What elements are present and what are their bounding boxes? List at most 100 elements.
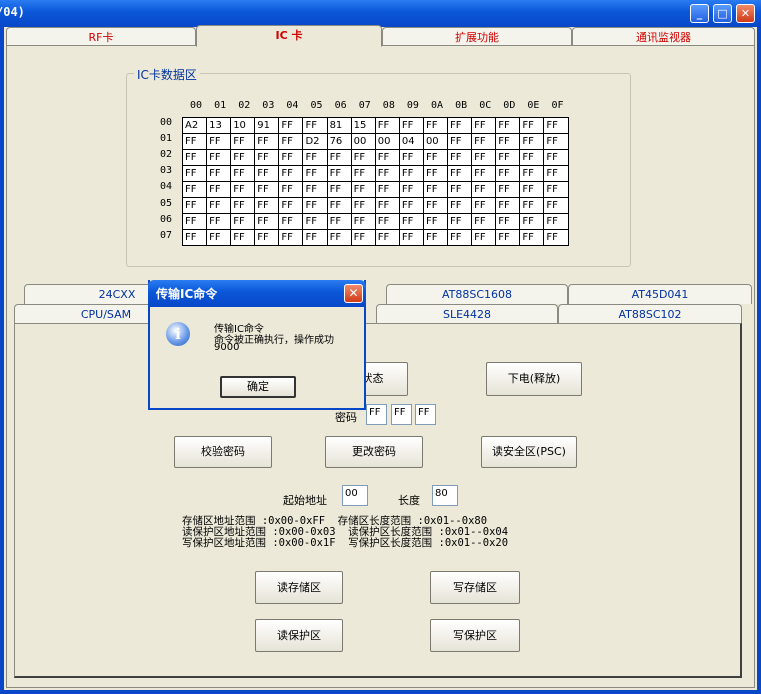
data-cell[interactable]: FF bbox=[374, 117, 400, 134]
data-cell[interactable]: FF bbox=[447, 229, 473, 246]
data-cell[interactable]: FF bbox=[302, 149, 328, 166]
change-password-button[interactable]: 更改密码 bbox=[325, 436, 423, 468]
data-cell[interactable]: FF bbox=[519, 165, 545, 182]
data-cell[interactable]: FF bbox=[206, 133, 232, 150]
data-cell[interactable]: FF bbox=[278, 213, 304, 230]
tab-extend[interactable]: 扩展功能 bbox=[382, 27, 572, 47]
data-cell[interactable]: FF bbox=[326, 213, 352, 230]
data-cell[interactable]: FF bbox=[447, 117, 473, 134]
data-cell[interactable]: FF bbox=[326, 229, 352, 246]
data-cell[interactable]: FF bbox=[398, 149, 424, 166]
subtab-at88sc102[interactable]: AT88SC102 bbox=[558, 304, 742, 324]
data-cell[interactable]: FF bbox=[206, 229, 232, 246]
data-cell[interactable]: 00 bbox=[422, 133, 449, 150]
read-protect-button[interactable]: 读保护区 bbox=[255, 619, 343, 652]
data-cell[interactable]: A2 bbox=[181, 117, 208, 134]
data-cell[interactable]: FF bbox=[543, 133, 569, 150]
data-cell[interactable]: FF bbox=[398, 117, 424, 134]
data-cell[interactable]: FF bbox=[471, 213, 497, 230]
data-cell[interactable]: 81 bbox=[326, 117, 352, 134]
data-cell[interactable]: FF bbox=[374, 149, 400, 166]
data-cell[interactable]: FF bbox=[254, 197, 280, 214]
data-cell[interactable]: FF bbox=[422, 149, 449, 166]
start-address-field[interactable]: 00 bbox=[342, 485, 368, 506]
password-field-2[interactable]: FF bbox=[391, 404, 412, 425]
data-cell[interactable]: FF bbox=[278, 165, 304, 182]
data-cell[interactable]: FF bbox=[543, 181, 569, 198]
data-cell[interactable]: FF bbox=[519, 117, 545, 134]
data-cell[interactable]: FF bbox=[254, 133, 280, 150]
data-cell[interactable]: FF bbox=[374, 165, 400, 182]
data-cell[interactable]: FF bbox=[374, 213, 400, 230]
data-cell[interactable]: FF bbox=[206, 197, 232, 214]
data-cell[interactable]: FF bbox=[326, 165, 352, 182]
data-cell[interactable]: FF bbox=[278, 149, 304, 166]
data-cell[interactable]: FF bbox=[447, 165, 473, 182]
data-cell[interactable]: 00 bbox=[374, 133, 400, 150]
data-cell[interactable]: FF bbox=[326, 197, 352, 214]
verify-password-button[interactable]: 校验密码 bbox=[174, 436, 272, 468]
data-cell[interactable]: FF bbox=[206, 149, 232, 166]
data-cell[interactable]: FF bbox=[519, 149, 545, 166]
data-cell[interactable]: FF bbox=[398, 165, 424, 182]
data-cell[interactable]: FF bbox=[422, 229, 449, 246]
data-cell[interactable]: FF bbox=[181, 229, 208, 246]
data-cell[interactable]: 00 bbox=[350, 133, 376, 150]
data-cell[interactable]: 76 bbox=[326, 133, 352, 150]
data-cell[interactable]: FF bbox=[206, 181, 232, 198]
data-cell[interactable]: FF bbox=[230, 229, 256, 246]
data-cell[interactable]: FF bbox=[181, 197, 208, 214]
data-cell[interactable]: 91 bbox=[254, 117, 280, 134]
data-cell[interactable]: FF bbox=[495, 117, 521, 134]
password-field-1[interactable]: FF bbox=[366, 404, 387, 425]
data-cell[interactable]: FF bbox=[519, 197, 545, 214]
data-cell[interactable]: FF bbox=[398, 197, 424, 214]
data-cell[interactable]: FF bbox=[471, 181, 497, 198]
data-cell[interactable]: FF bbox=[447, 149, 473, 166]
data-cell[interactable]: FF bbox=[398, 181, 424, 198]
data-cell[interactable]: FF bbox=[519, 213, 545, 230]
data-cell[interactable]: FF bbox=[302, 229, 328, 246]
data-cell[interactable]: FF bbox=[230, 133, 256, 150]
data-cell[interactable]: FF bbox=[495, 197, 521, 214]
data-cell[interactable]: FF bbox=[519, 181, 545, 198]
data-cell[interactable]: FF bbox=[398, 229, 424, 246]
data-cell[interactable]: FF bbox=[447, 213, 473, 230]
data-cell[interactable]: FF bbox=[302, 213, 328, 230]
write-memory-button[interactable]: 写存储区 bbox=[430, 571, 520, 604]
data-cell[interactable]: FF bbox=[447, 181, 473, 198]
data-cell[interactable]: FF bbox=[278, 133, 304, 150]
data-cell[interactable]: 10 bbox=[230, 117, 256, 134]
data-cell[interactable]: FF bbox=[350, 229, 376, 246]
data-cell[interactable]: FF bbox=[206, 165, 232, 182]
subtab-sle4428[interactable]: SLE4428 bbox=[376, 304, 558, 324]
data-cell[interactable]: 15 bbox=[350, 117, 376, 134]
subtab-at45d041[interactable]: AT45D041 bbox=[568, 284, 752, 304]
data-cell[interactable]: FF bbox=[495, 149, 521, 166]
data-cell[interactable]: FF bbox=[471, 149, 497, 166]
data-cell[interactable]: FF bbox=[398, 213, 424, 230]
data-cell[interactable]: FF bbox=[519, 229, 545, 246]
length-field[interactable]: 80 bbox=[432, 485, 458, 506]
data-cell[interactable]: FF bbox=[495, 165, 521, 182]
tab-monitor[interactable]: 通讯监视器 bbox=[572, 27, 755, 47]
data-cell[interactable]: FF bbox=[181, 213, 208, 230]
password-field-3[interactable]: FF bbox=[415, 404, 436, 425]
data-cell[interactable]: FF bbox=[350, 213, 376, 230]
read-psc-button[interactable]: 读安全区(PSC) bbox=[481, 436, 577, 468]
data-cell[interactable]: FF bbox=[181, 133, 208, 150]
data-cell[interactable]: FF bbox=[302, 197, 328, 214]
data-cell[interactable]: FF bbox=[326, 149, 352, 166]
data-cell[interactable]: FF bbox=[302, 117, 328, 134]
data-cell[interactable]: FF bbox=[254, 213, 280, 230]
data-cell[interactable]: FF bbox=[543, 213, 569, 230]
data-cell[interactable]: FF bbox=[350, 197, 376, 214]
maximize-icon[interactable]: □ bbox=[713, 4, 732, 23]
data-cell[interactable]: FF bbox=[447, 197, 473, 214]
power-off-button[interactable]: 下电(释放) bbox=[486, 362, 582, 396]
data-cell[interactable]: FF bbox=[350, 181, 376, 198]
dialog-ok-button[interactable]: 确定 bbox=[220, 376, 296, 398]
data-cell[interactable]: FF bbox=[230, 149, 256, 166]
data-cell[interactable]: FF bbox=[181, 149, 208, 166]
data-cell[interactable]: FF bbox=[543, 165, 569, 182]
